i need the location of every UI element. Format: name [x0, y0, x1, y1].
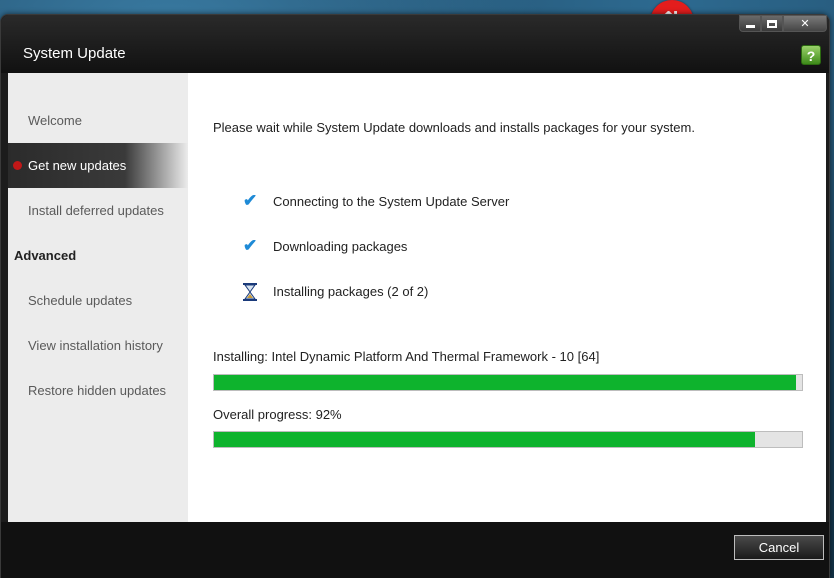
sidebar: Welcome Get new updates Install deferred…: [8, 73, 188, 522]
overall-progress-bar: [213, 431, 803, 448]
sidebar-item-view-installation-history[interactable]: View installation history: [8, 323, 188, 368]
maximize-icon: [767, 19, 777, 28]
sidebar-item-label: Get new updates: [28, 158, 127, 173]
minimize-icon: [745, 24, 755, 28]
help-icon[interactable]: ?: [801, 45, 821, 65]
close-icon: ✕: [800, 18, 810, 30]
footer-bar: Cancel: [1, 522, 829, 578]
current-progress-fill: [214, 375, 797, 390]
check-icon: ✔: [243, 236, 258, 255]
sidebar-section-advanced: Advanced: [8, 233, 188, 278]
sidebar-heading-label: Advanced: [14, 248, 77, 263]
sidebar-item-label: View installation history: [28, 338, 163, 353]
hourglass-icon: [243, 283, 261, 301]
sidebar-item-label: Schedule updates: [28, 293, 133, 308]
check-icon: ✔: [243, 191, 258, 210]
cancel-button[interactable]: Cancel: [734, 535, 824, 560]
step-downloading: Downloading packages: [273, 239, 408, 254]
overall-progress-label: Overall progress: 92%: [213, 407, 342, 422]
main-content: Please wait while System Update download…: [188, 73, 826, 522]
sidebar-item-label: Welcome: [28, 113, 82, 128]
sidebar-item-install-deferred-updates[interactable]: Install deferred updates: [8, 188, 188, 233]
close-button[interactable]: ✕: [783, 15, 827, 32]
current-progress-bar: [213, 374, 803, 391]
maximize-button[interactable]: [761, 15, 783, 32]
intro-text: Please wait while System Update download…: [213, 120, 695, 135]
window-controls: ✕: [739, 15, 827, 32]
active-indicator-icon: [13, 161, 22, 170]
step-connecting: Connecting to the System Update Server: [273, 194, 510, 209]
minimize-button[interactable]: [739, 15, 761, 32]
sidebar-item-label: Install deferred updates: [28, 203, 164, 218]
current-install-label: Installing: Intel Dynamic Platform And T…: [213, 349, 600, 364]
title-bar[interactable]: System Update ✕ ?: [1, 15, 829, 73]
sidebar-item-schedule-updates[interactable]: Schedule updates: [8, 278, 188, 323]
sidebar-item-label: Restore hidden updates: [28, 383, 167, 398]
overall-progress-fill: [214, 432, 755, 447]
system-update-window: System Update ✕ ? Welcome Get new update…: [0, 14, 830, 578]
sidebar-item-get-new-updates[interactable]: Get new updates: [8, 143, 188, 188]
app-title: System Update: [23, 45, 126, 62]
step-installing: Installing packages (2 of 2): [273, 284, 429, 299]
sidebar-item-welcome[interactable]: Welcome: [8, 98, 188, 143]
sidebar-item-restore-hidden-updates[interactable]: Restore hidden updates: [8, 368, 188, 413]
